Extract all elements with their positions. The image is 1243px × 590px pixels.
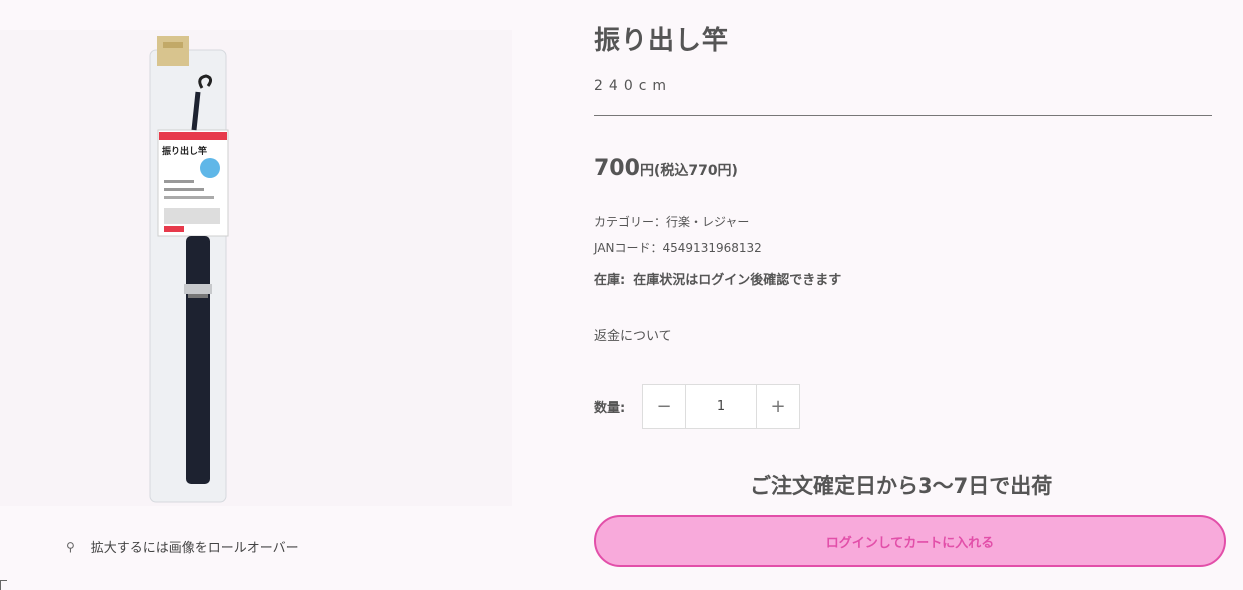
- quantity-input[interactable]: 1: [685, 385, 757, 428]
- divider: [594, 115, 1212, 116]
- product-image[interactable]: 振り出し竿: [0, 30, 512, 506]
- shipping-notice: ご注文確定日から3〜7日で出荷: [750, 474, 1053, 498]
- quantity-stepper: − 1 +: [642, 384, 800, 429]
- product-gallery: 振り出し竿 ⚲ 拡大するには画像をロールオーバー: [0, 0, 560, 590]
- product-title: 振り出し竿: [594, 26, 730, 56]
- zoom-hint-text: 拡大するには画像をロールオーバー: [90, 541, 299, 556]
- login-add-to-cart-button[interactable]: ログインしてカートに入れる: [594, 515, 1226, 567]
- stock-value: 在庫状況はログイン後確認できます: [633, 273, 842, 288]
- fishing-rod-package-image: 振り出し竿: [149, 36, 229, 503]
- product-variant: 240cm: [594, 78, 673, 94]
- product-price: 700円(税込770円): [594, 156, 738, 181]
- product-category: カテゴリー：行楽・レジャー: [594, 215, 750, 229]
- plus-icon[interactable]: +: [757, 385, 799, 428]
- stock-label: 在庫:: [594, 273, 626, 288]
- stock-status: 在庫: 在庫状況はログイン後確認できます: [594, 269, 841, 288]
- product-jan-code: JANコード：4549131968132: [594, 241, 762, 255]
- magnifier-icon: ⚲: [66, 539, 75, 554]
- minus-icon[interactable]: −: [643, 385, 685, 428]
- refund-link[interactable]: 返金について: [594, 325, 672, 344]
- price-main: 700: [594, 156, 640, 181]
- zoom-hint: ⚲ 拡大するには画像をロールオーバー: [66, 537, 299, 557]
- quantity-label: 数量:: [594, 401, 626, 416]
- product-info: 振り出し竿 240cm 700円(税込770円) カテゴリー：行楽・レジャー J…: [594, 0, 1234, 589]
- price-tax: 円(税込770円): [639, 163, 738, 179]
- package-title-text: 振り出し竿: [162, 145, 207, 157]
